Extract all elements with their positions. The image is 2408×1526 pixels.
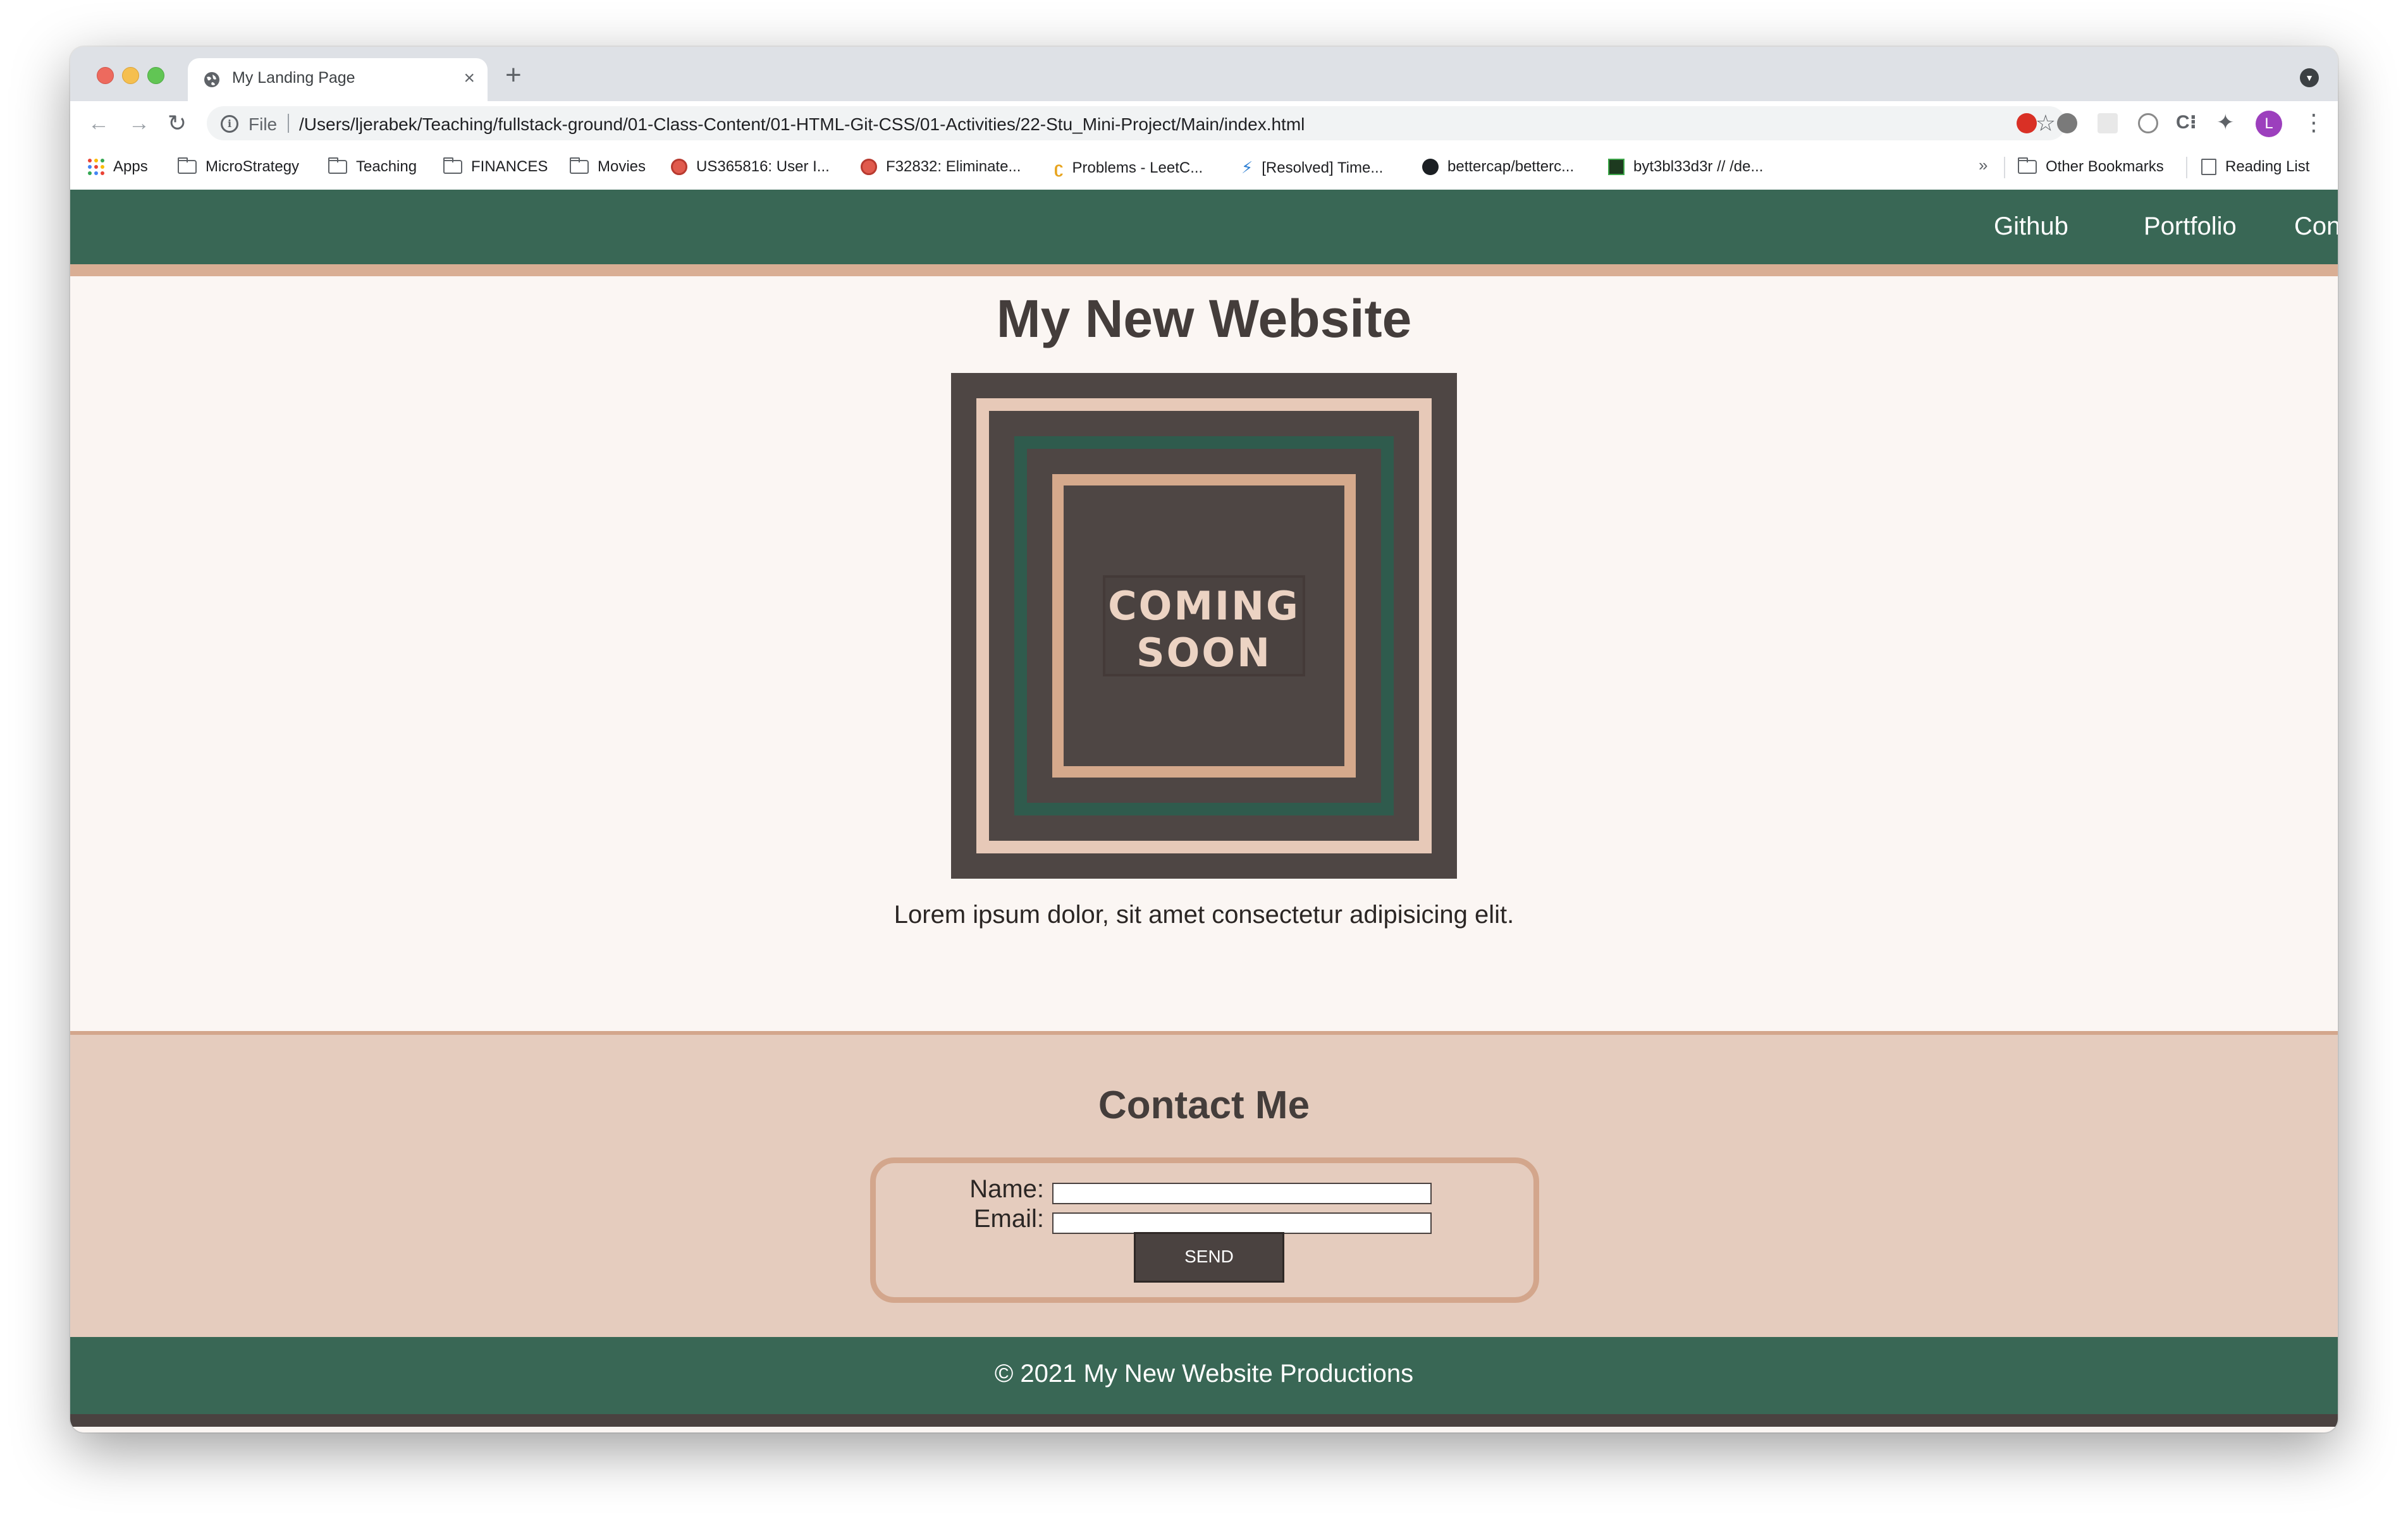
file-scheme-label: File (249, 114, 278, 134)
skull-icon (1608, 159, 1625, 175)
bookmark-apps[interactable]: Apps (88, 158, 148, 176)
bookmark-bettercap[interactable]: bettercap/betterc... (1422, 158, 1574, 176)
tab-close-icon[interactable]: × (464, 68, 475, 89)
forum-icon: ⚡ (1241, 158, 1253, 177)
page-title: My New Website (996, 289, 1412, 348)
tab-strip: My Landing Page × + ▼ (70, 47, 2338, 101)
bookmark-label: Problems - LeetC... (1072, 159, 1203, 176)
bookmark-label: bettercap/betterc... (1447, 158, 1575, 175)
browser-menu-icon[interactable]: ⋮ (2302, 109, 2325, 137)
bookmarks-divider (2004, 157, 2005, 178)
coming-soon-label-box: COMING SOON (1103, 575, 1305, 676)
close-window-button[interactable] (97, 67, 114, 84)
extensions-puzzle-icon[interactable]: ✦ (2216, 110, 2242, 135)
bookmark-us365816[interactable]: US365816: User I... (671, 158, 830, 176)
apps-grid-icon (88, 159, 104, 175)
bookmark-label: Apps (113, 158, 148, 175)
email-field[interactable] (1052, 1212, 1432, 1234)
new-tab-button[interactable]: + (505, 59, 522, 91)
folder-icon (2018, 157, 2037, 174)
folder-icon (443, 157, 462, 174)
rally-icon (671, 159, 687, 175)
folder-icon (328, 157, 347, 174)
nav-link-portfolio[interactable]: Portfolio (2144, 212, 2237, 241)
folder-icon (178, 157, 197, 174)
bookmark-label: F32832: Eliminate... (886, 158, 1021, 175)
bookmark-leetcode[interactable]: ʗ Problems - LeetC... (1054, 158, 1203, 178)
more-bookmarks-chevron-icon[interactable]: » (1979, 156, 1987, 175)
contact-section: Contact Me Name: Email: SEND (70, 1031, 2338, 1337)
minimize-window-button[interactable] (122, 67, 139, 84)
bookmark-resolved-time[interactable]: ⚡ [Resolved] Time... (1241, 158, 1383, 178)
name-field[interactable] (1052, 1183, 1432, 1204)
extension-grid-icon[interactable] (2098, 113, 2118, 133)
coming-soon-text: COMING SOON (1105, 583, 1303, 676)
site-footer: © 2021 My New Website Productions (70, 1337, 2338, 1427)
fullscreen-window-button[interactable] (147, 67, 164, 84)
other-bookmarks-folder[interactable]: Other Bookmarks (2018, 157, 2164, 176)
site-header: Github Portfolio Contact (70, 190, 2338, 276)
extension-ring-icon[interactable] (2138, 113, 2158, 133)
rally-icon (861, 159, 877, 175)
intro-paragraph: Lorem ipsum dolor, sit amet consectetur … (894, 901, 1514, 929)
bookmark-label: [Resolved] Time... (1262, 159, 1384, 176)
name-label: Name: (969, 1175, 1044, 1203)
address-bar[interactable]: i File /Users/ljerabek/Teaching/fullstac… (207, 106, 2066, 140)
leetcode-icon: ʗ (1054, 158, 1064, 177)
bookmark-label: FINANCES (471, 158, 548, 175)
bookmark-label: MicroStrategy (206, 158, 300, 175)
bookmarks-divider (2186, 157, 2187, 178)
bookmark-label: Movies (598, 158, 646, 175)
bookmark-folder-finances[interactable]: FINANCES (443, 157, 548, 176)
coming-soon-line-2: SOON (1136, 630, 1272, 676)
send-button[interactable]: SEND (1134, 1232, 1284, 1283)
profile-avatar[interactable]: L (2256, 111, 2282, 137)
coming-soon-image: COMING SOON (951, 373, 1457, 879)
address-divider (288, 114, 289, 133)
contact-form: Name: Email: SEND (870, 1157, 1539, 1303)
email-label: Email: (973, 1205, 1044, 1233)
reload-icon[interactable]: ↻ (168, 107, 187, 139)
url-text[interactable]: /Users/ljerabek/Teaching/fullstack-groun… (299, 114, 1305, 135)
contact-title: Contact Me (1098, 1083, 1310, 1127)
bookmark-folder-teaching[interactable]: Teaching (328, 157, 417, 176)
reading-list-label: Reading List (2225, 158, 2310, 175)
tab-my-landing-page[interactable]: My Landing Page × (188, 58, 488, 101)
coming-soon-line-1: COMING (1108, 583, 1300, 629)
nav-link-github[interactable]: Github (1994, 212, 2068, 241)
back-arrow-icon[interactable]: ← (88, 107, 109, 139)
tab-search-chevron-down-icon[interactable]: ▼ (2300, 68, 2319, 87)
browser-toolbar: ← → ↻ i File /Users/ljerabek/Teaching/fu… (70, 101, 2338, 145)
bookmark-folder-microstrategy[interactable]: MicroStrategy (178, 157, 300, 176)
forward-arrow-icon[interactable]: → (128, 107, 150, 139)
extension-red-icon[interactable] (2017, 113, 2037, 133)
footer-copyright: © 2021 My New Website Productions (994, 1360, 1414, 1388)
extension-globe-icon[interactable] (2057, 113, 2077, 133)
reading-list-icon (2201, 159, 2216, 175)
bookmark-byt3bl33d3r[interactable]: byt3bl33d3r // /de... (1608, 158, 1763, 176)
extension-c-icon[interactable]: C⁝ (2176, 111, 2201, 133)
tab-title: My Landing Page (232, 69, 355, 87)
bookmark-label: US365816: User I... (696, 158, 830, 175)
bookmark-label: byt3bl33d3r // /de... (1633, 158, 1764, 175)
folder-icon (570, 157, 589, 174)
bookmark-label: Teaching (356, 158, 417, 175)
page-viewport: Github Portfolio Contact My New Website … (70, 190, 2338, 1432)
bookmarks-bar: Apps MicroStrategy Teaching FINANCES Mov… (70, 145, 2338, 190)
reading-list-button[interactable]: Reading List (2201, 158, 2309, 176)
github-icon (1422, 159, 1439, 175)
bookmark-folder-movies[interactable]: Movies (570, 157, 646, 176)
bookmark-f32832[interactable]: F32832: Eliminate... (861, 158, 1021, 176)
bookmark-star-icon[interactable]: ☆ (2036, 110, 2056, 137)
globe-icon (204, 72, 219, 87)
browser-window: My Landing Page × + ▼ ← → ↻ i File /User… (70, 47, 2338, 1432)
nav-link-contact[interactable]: Contact (2294, 212, 2338, 241)
other-bookmarks-label: Other Bookmarks (2046, 158, 2164, 175)
site-info-icon[interactable]: i (221, 115, 238, 133)
